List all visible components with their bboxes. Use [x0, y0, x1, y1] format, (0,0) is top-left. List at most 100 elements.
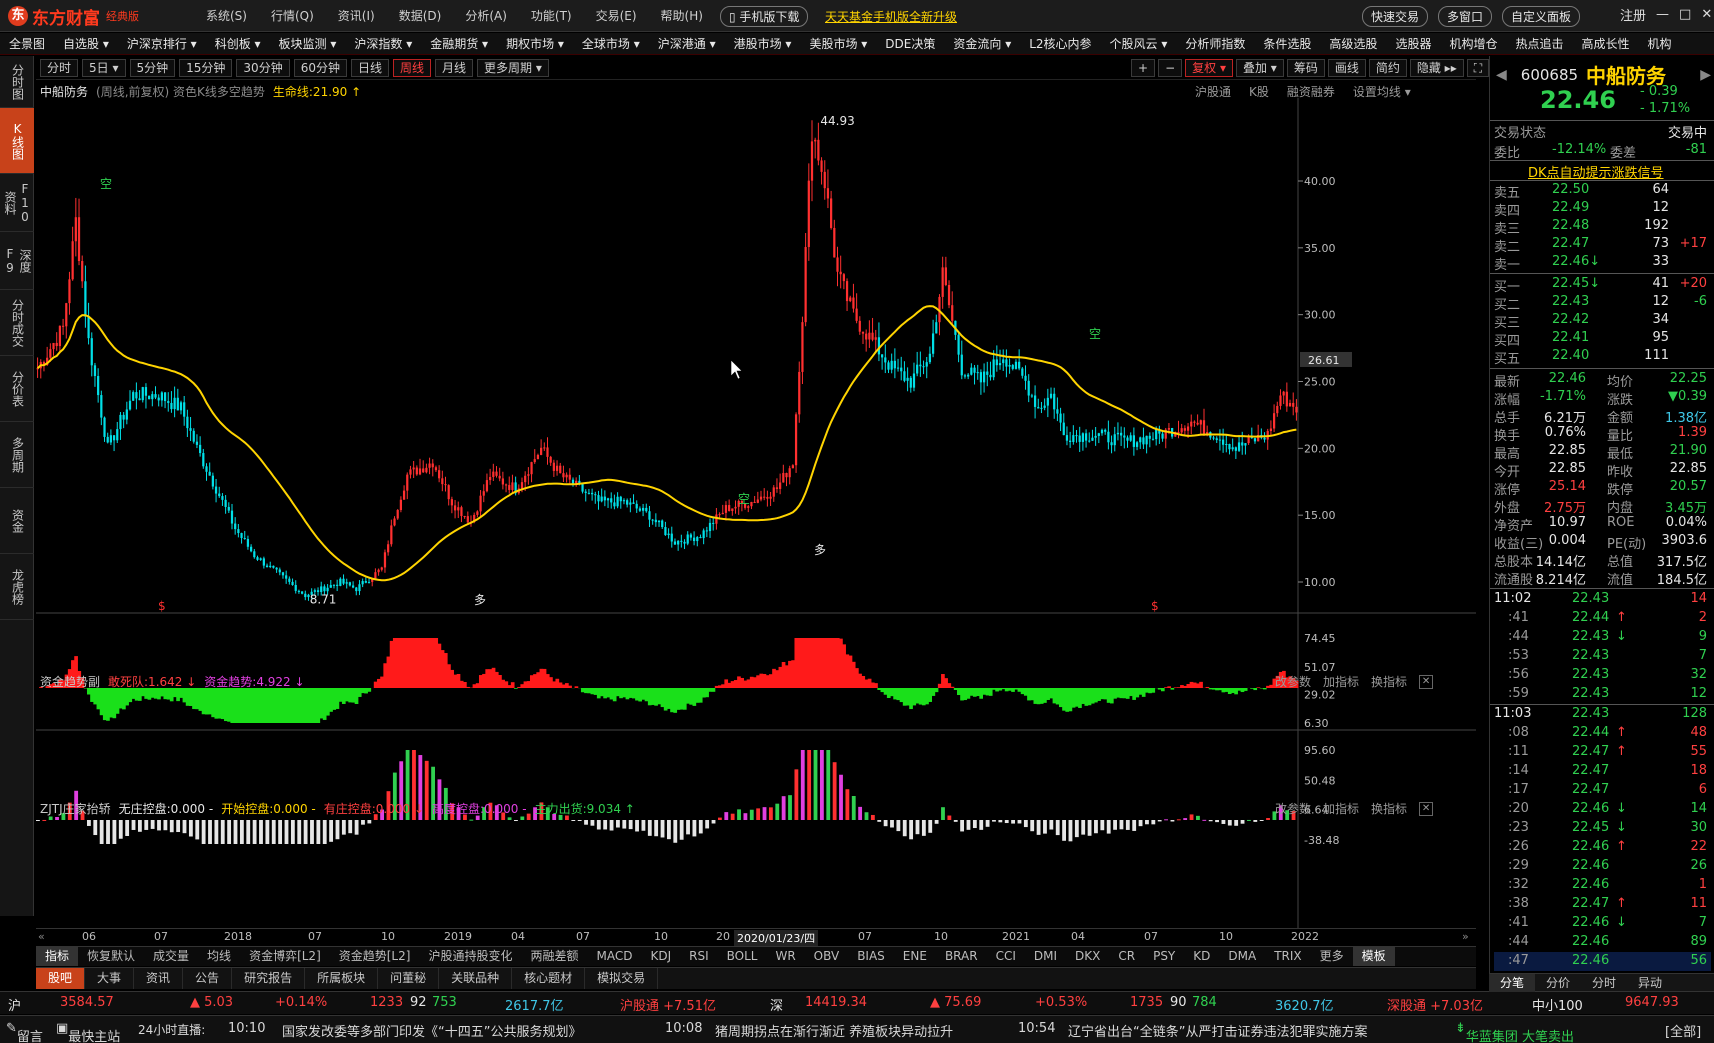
- period-7[interactable]: 周线: [393, 58, 432, 77]
- chart-tool-7[interactable]: 隐藏 ▸▸: [1409, 59, 1464, 77]
- chart-tool-5[interactable]: 画线: [1327, 59, 1366, 77]
- menu-3[interactable]: 数据(D): [399, 7, 442, 24]
- nav-item-5[interactable]: 沪深指数 ▾: [345, 33, 421, 55]
- nav-item-13[interactable]: 资金流向 ▾: [944, 33, 1020, 55]
- nav-item-6[interactable]: 金融期货 ▾: [421, 33, 497, 55]
- tick-row[interactable]: :17 22.47 6: [1494, 781, 1711, 800]
- menu-4[interactable]: 分析(A): [465, 7, 507, 24]
- bid-row-2[interactable]: 买三 22.42 34: [1494, 312, 1711, 331]
- panel1-params-button[interactable]: 改参数: [1275, 673, 1311, 690]
- nav-item-1[interactable]: 自选股 ▾: [54, 33, 118, 55]
- all-news-link[interactable]: [全部]: [1665, 1021, 1701, 1040]
- minimize-icon[interactable]: —: [1656, 7, 1669, 22]
- scroll-left-icon[interactable]: «: [38, 930, 45, 943]
- quote-tab-3[interactable]: 异动: [1627, 974, 1673, 992]
- ask-row-1[interactable]: 卖四 22.49 12: [1494, 200, 1711, 219]
- menu-0[interactable]: 系统(S): [206, 7, 247, 24]
- quote-tab-2[interactable]: 分时: [1581, 974, 1627, 992]
- bottom-tab-2[interactable]: 资讯: [134, 968, 184, 989]
- period-3[interactable]: 15分钟: [179, 58, 233, 77]
- left-tab-3[interactable]: 深度F9: [0, 232, 34, 290]
- nav-item-23[interactable]: 机构: [1639, 33, 1681, 55]
- panel1-add-button[interactable]: 加指标: [1323, 673, 1359, 690]
- mobile-download-button[interactable]: ▯ 手机版下载: [720, 6, 809, 27]
- bottom-tab-6[interactable]: 问董秘: [378, 968, 440, 989]
- close-icon[interactable]: ✕: [1701, 7, 1712, 22]
- indicator-3[interactable]: 均线: [198, 947, 240, 966]
- left-tab-6[interactable]: 多周期: [0, 422, 34, 488]
- indicator-16[interactable]: BRAR: [936, 947, 987, 966]
- nav-item-15[interactable]: 个股风云 ▾: [1101, 33, 1177, 55]
- panel1-change-button[interactable]: 换指标: [1371, 673, 1407, 690]
- quote-tab-1[interactable]: 分价: [1535, 974, 1581, 992]
- bid-row-3[interactable]: 买四 22.41 95: [1494, 330, 1711, 349]
- nav-item-2[interactable]: 沪深京排行 ▾: [118, 33, 206, 55]
- sh-value[interactable]: 3584.57: [60, 995, 114, 1010]
- panel2-add-button[interactable]: 加指标: [1323, 800, 1359, 817]
- bottom-tab-5[interactable]: 所属板块: [305, 968, 379, 989]
- tick-row[interactable]: :44 22.43 ↓ 9: [1494, 628, 1711, 647]
- tick-row[interactable]: :32 22.46 1: [1494, 876, 1711, 895]
- nav-item-20[interactable]: 机构增仓: [1440, 33, 1506, 55]
- nav-item-8[interactable]: 全球市场 ▾: [573, 33, 649, 55]
- chart-tool-2[interactable]: 复权 ▾: [1185, 59, 1233, 77]
- indicator-10[interactable]: RSI: [680, 947, 718, 966]
- menu-6[interactable]: 交易(E): [596, 7, 637, 24]
- tick-row[interactable]: :59 22.43 12: [1494, 685, 1711, 704]
- nav-item-11[interactable]: 美股市场 ▾: [800, 33, 876, 55]
- flash-alert[interactable]: ⇟ 华蓝集团 大笔卖出: [1455, 1021, 1574, 1043]
- panel1-close-icon[interactable]: ✕: [1419, 674, 1434, 689]
- bottom-tab-3[interactable]: 公告: [183, 968, 233, 989]
- indicator-2[interactable]: 成交量: [144, 947, 198, 966]
- scroll-right-icon[interactable]: »: [1462, 930, 1469, 943]
- indicator-8[interactable]: MACD: [587, 947, 641, 966]
- left-tab-2[interactable]: F10资料: [0, 174, 34, 232]
- chart-tool-3[interactable]: 叠加 ▾: [1235, 59, 1284, 77]
- menu-2[interactable]: 资讯(I): [338, 7, 375, 24]
- bottom-tab-9[interactable]: 模拟交易: [585, 968, 659, 989]
- indicator-20[interactable]: CR: [1109, 947, 1144, 966]
- quote-tab-0[interactable]: 分笔: [1489, 973, 1536, 992]
- period-9[interactable]: 更多周期 ▾: [477, 58, 549, 77]
- period-4[interactable]: 30分钟: [236, 58, 290, 77]
- tick-row[interactable]: :47 22.46 56: [1494, 952, 1711, 971]
- indicator-6[interactable]: 沪股通持股变化: [419, 947, 521, 966]
- small-cap-value[interactable]: 9647.93: [1625, 995, 1679, 1010]
- bid-row-0[interactable]: 买一 22.45↓ 41 +20: [1494, 276, 1711, 295]
- nav-item-19[interactable]: 选股器: [1386, 33, 1440, 55]
- tick-row[interactable]: :56 22.43 32: [1494, 666, 1711, 685]
- app-logo[interactable]: 东 东方财富 经典版: [8, 5, 139, 29]
- bottom-tab-8[interactable]: 核心题材: [512, 968, 586, 989]
- period-0[interactable]: 分时: [40, 58, 79, 77]
- tick-row[interactable]: :23 22.45 ↓ 30: [1494, 819, 1711, 838]
- news-item[interactable]: 猪周期拐点在渐行渐近 养殖板块异动拉升: [715, 1021, 953, 1040]
- chart-tool-4[interactable]: 筹码: [1286, 59, 1325, 77]
- indicator-24[interactable]: TRIX: [1265, 947, 1310, 966]
- nav-item-21[interactable]: 热点追击: [1506, 33, 1572, 55]
- indicator-11[interactable]: BOLL: [718, 947, 767, 966]
- time-axis[interactable]: 06 07 2018 07 10 2019 04 07 10 20 2020/01/23/四 07 10…: [36, 928, 1476, 946]
- nav-item-18[interactable]: 高级选股: [1320, 33, 1386, 55]
- tick-row[interactable]: :44 22.46 89: [1494, 933, 1711, 952]
- leave-msg-button[interactable]: ✎ 留言: [6, 1021, 43, 1043]
- menu-1[interactable]: 行情(Q): [271, 7, 314, 24]
- chart-tool-1[interactable]: −: [1158, 59, 1183, 77]
- chart-tool-6[interactable]: 简约: [1368, 59, 1407, 77]
- bid-row-1[interactable]: 买二 22.43 12 -6: [1494, 294, 1711, 313]
- period-1[interactable]: 5日 ▾: [82, 58, 126, 77]
- tick-row[interactable]: :41 22.46 ↓ 7: [1494, 914, 1711, 933]
- menu-7[interactable]: 帮助(H): [661, 7, 703, 24]
- sz-connect-flow[interactable]: 深股通 +7.03亿: [1387, 995, 1483, 1014]
- prev-stock-icon[interactable]: ◀: [1496, 67, 1507, 83]
- nav-item-14[interactable]: L2核心内参: [1020, 33, 1100, 55]
- period-5[interactable]: 60分钟: [293, 58, 347, 77]
- tick-row[interactable]: :20 22.46 ↓ 14: [1494, 800, 1711, 819]
- tick-row[interactable]: :41 22.44 ↑ 2: [1494, 609, 1711, 628]
- panel2-params-button[interactable]: 改参数: [1275, 800, 1311, 817]
- nav-item-22[interactable]: 高成长性: [1572, 33, 1638, 55]
- left-tab-8[interactable]: 龙虎榜: [0, 554, 34, 620]
- sz-value[interactable]: 14419.34: [805, 995, 867, 1010]
- tick-row[interactable]: :14 22.47 18: [1494, 762, 1711, 781]
- ask-row-3[interactable]: 卖二 22.47 73 +17: [1494, 236, 1711, 255]
- bottom-tab-1[interactable]: 大事: [85, 968, 135, 989]
